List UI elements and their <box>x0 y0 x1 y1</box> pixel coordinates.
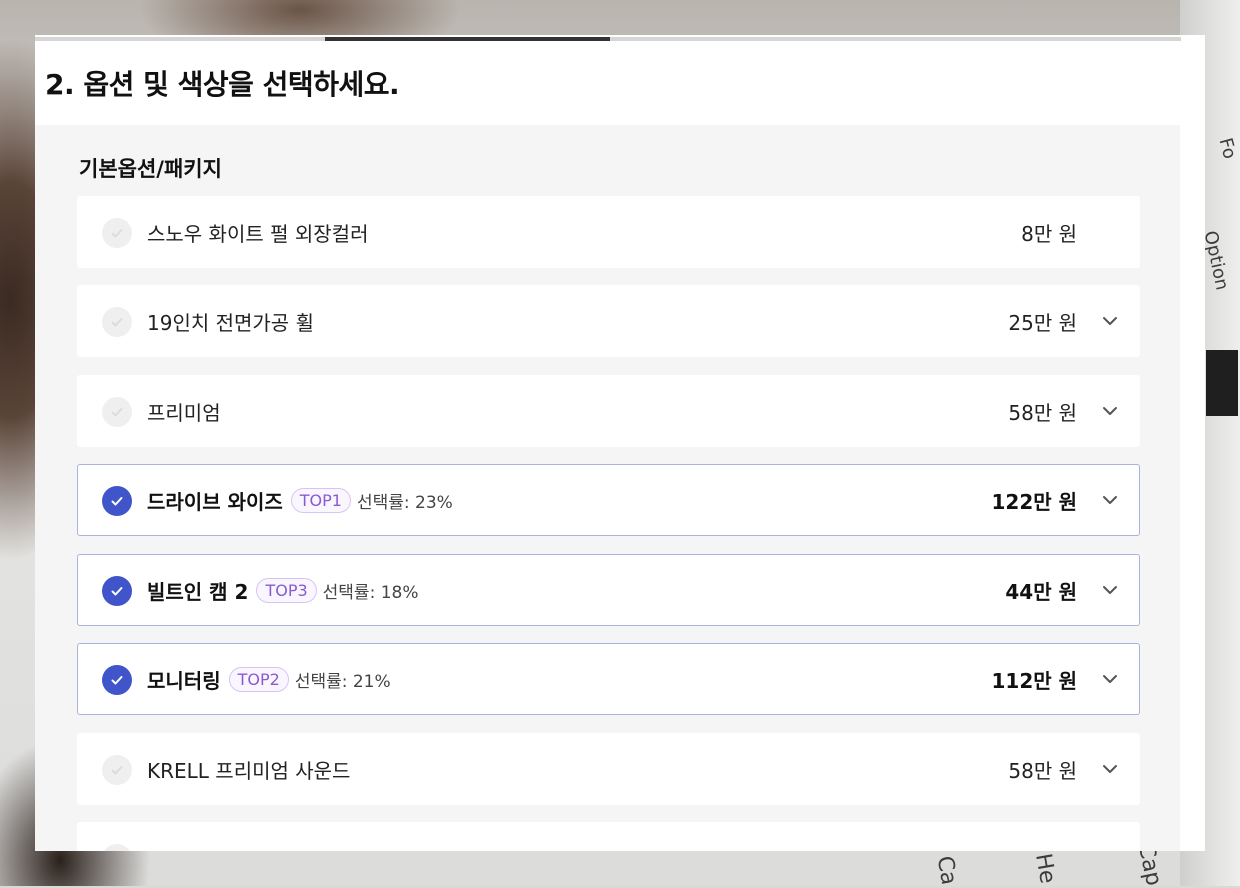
top-rank-badge: TOP2 <box>228 666 289 692</box>
option-item-monitoring[interactable]: 모니터링 TOP2 선택률: 21% 112만 원 <box>77 643 1140 715</box>
section-title: 기본옵션/패키지 <box>79 157 222 181</box>
chevron-down-icon[interactable] <box>1101 402 1119 420</box>
chevron-down-icon[interactable] <box>1101 491 1119 509</box>
top-rank-badge: TOP1 <box>290 487 351 513</box>
option-item-krell-sound[interactable]: KRELL 프리미엄 사운드 58만 원 <box>77 733 1140 805</box>
option-name: 모니터링 <box>147 668 221 693</box>
option-price: 112만 원 <box>991 668 1077 693</box>
check-circle-icon[interactable] <box>102 397 132 427</box>
option-name: 빌트인 캠 2 <box>147 579 249 604</box>
chevron-down-icon[interactable] <box>1101 760 1119 778</box>
option-selection-panel: 2. 옵션 및 색상을 선택하세요. 기본옵션/패키지 스노우 화이트 펄 외장… <box>35 35 1205 851</box>
option-price: 8만 원 <box>1021 221 1077 246</box>
option-name: 프리미엄 <box>147 400 221 425</box>
chevron-down-icon[interactable] <box>1101 670 1119 688</box>
option-name: KRELL 프리미엄 사운드 <box>147 758 351 783</box>
option-price: 58만 원 <box>1008 400 1077 425</box>
check-circle-icon[interactable] <box>102 218 132 248</box>
top-rank-badge: TOP3 <box>256 577 317 603</box>
option-name: 드라이브 와이즈 <box>147 489 283 514</box>
selection-rate: 선택률: 21% <box>294 671 391 692</box>
check-circle-icon[interactable] <box>102 844 132 851</box>
option-item-drive-wise[interactable]: 드라이브 와이즈 TOP1 선택률: 23% 122만 원 <box>77 464 1140 536</box>
option-item-partial[interactable] <box>77 822 1140 851</box>
option-name: 19인치 전면가공 휠 <box>147 310 314 335</box>
check-circle-icon[interactable] <box>102 576 132 606</box>
option-price: 58만 원 <box>1008 758 1077 783</box>
check-circle-icon[interactable] <box>102 755 132 785</box>
options-area: 기본옵션/패키지 스노우 화이트 펄 외장컬러 8만 원 19인치 전면가공 휠… <box>35 125 1180 851</box>
background-word: He <box>1030 851 1060 886</box>
chevron-down-icon[interactable] <box>1101 312 1119 330</box>
check-circle-icon[interactable] <box>102 665 132 695</box>
check-circle-icon[interactable] <box>102 486 132 516</box>
page-title: 2. 옵션 및 색상을 선택하세요. <box>45 68 400 101</box>
option-price: 122만 원 <box>991 489 1077 514</box>
option-price: 25만 원 <box>1008 310 1077 335</box>
option-item-19inch-wheel[interactable]: 19인치 전면가공 휠 25만 원 <box>77 285 1140 357</box>
chevron-down-icon[interactable] <box>1101 581 1119 599</box>
option-item-snow-white-pearl[interactable]: 스노우 화이트 펄 외장컬러 8만 원 <box>77 196 1140 268</box>
option-name: 스노우 화이트 펄 외장컬러 <box>147 221 369 246</box>
option-item-builtin-cam-2[interactable]: 빌트인 캠 2 TOP3 선택률: 18% 44만 원 <box>77 554 1140 626</box>
option-price: 44만 원 <box>1005 579 1077 604</box>
background-dark-block <box>1206 350 1238 416</box>
option-item-premium[interactable]: 프리미엄 58만 원 <box>77 375 1140 447</box>
step-progress-fill <box>325 37 610 41</box>
background-word: Ca <box>931 854 962 887</box>
selection-rate: 선택률: 23% <box>356 492 453 513</box>
selection-rate: 선택률: 18% <box>322 582 419 603</box>
check-circle-icon[interactable] <box>102 307 132 337</box>
